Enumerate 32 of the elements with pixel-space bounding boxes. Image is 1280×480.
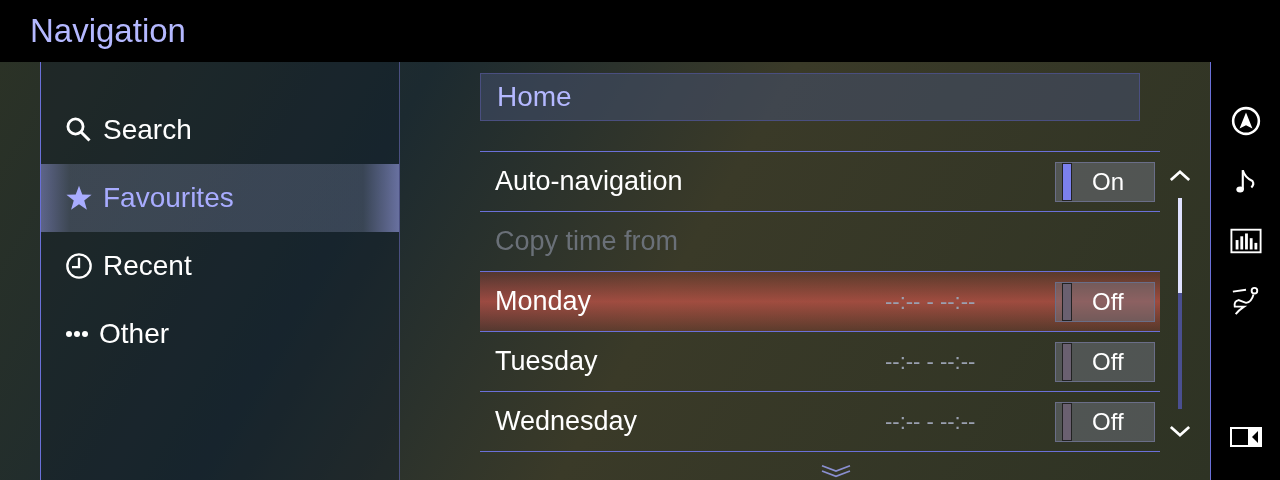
time-range: --:-- - --:--	[885, 348, 977, 375]
double-chevron-down-icon	[820, 464, 852, 478]
scroll-up-icon[interactable]	[1169, 169, 1191, 182]
more-dots-icon	[65, 330, 89, 338]
time-range: --:-- - --:--	[885, 408, 977, 435]
toggle-switch[interactable]: On	[1055, 161, 1155, 202]
row-label: Wednesday	[495, 406, 639, 437]
equalizer-icon[interactable]	[1229, 226, 1262, 256]
row-label: Copy time from	[495, 226, 680, 257]
row-label: Monday	[495, 286, 593, 317]
toggle-switch[interactable]: Off	[1055, 401, 1155, 442]
menu-item[interactable]: Favourites	[41, 164, 399, 232]
row-label: Tuesday	[495, 346, 599, 377]
toggle-switch[interactable]: Off	[1055, 281, 1155, 322]
menu-item[interactable]: Recent	[41, 232, 399, 300]
screen-split-icon[interactable]	[1228, 426, 1263, 448]
list-row[interactable]: Auto-navigation On	[480, 152, 1160, 212]
list-row[interactable]: Tuesday --:-- - --:-- Off	[480, 332, 1160, 392]
screen-title: Navigation	[30, 12, 186, 50]
row-label: Auto-navigation	[495, 166, 684, 197]
list-row[interactable]: Monday --:-- - --:-- Off	[480, 272, 1160, 332]
list-row[interactable]: Wednesday --:-- - --:-- Off	[480, 392, 1160, 452]
scroll-down-icon[interactable]	[1169, 425, 1191, 438]
compass-icon[interactable]	[1229, 106, 1262, 136]
menu-item[interactable]: Search	[41, 96, 399, 164]
time-range: --:-- - --:--	[885, 288, 977, 315]
home-heading: Home	[480, 73, 1140, 121]
star-icon	[65, 184, 93, 212]
clock-icon	[65, 252, 93, 280]
toggle-switch[interactable]: Off	[1055, 341, 1155, 382]
menu-item[interactable]: Other	[41, 300, 399, 368]
search-icon	[65, 116, 93, 144]
